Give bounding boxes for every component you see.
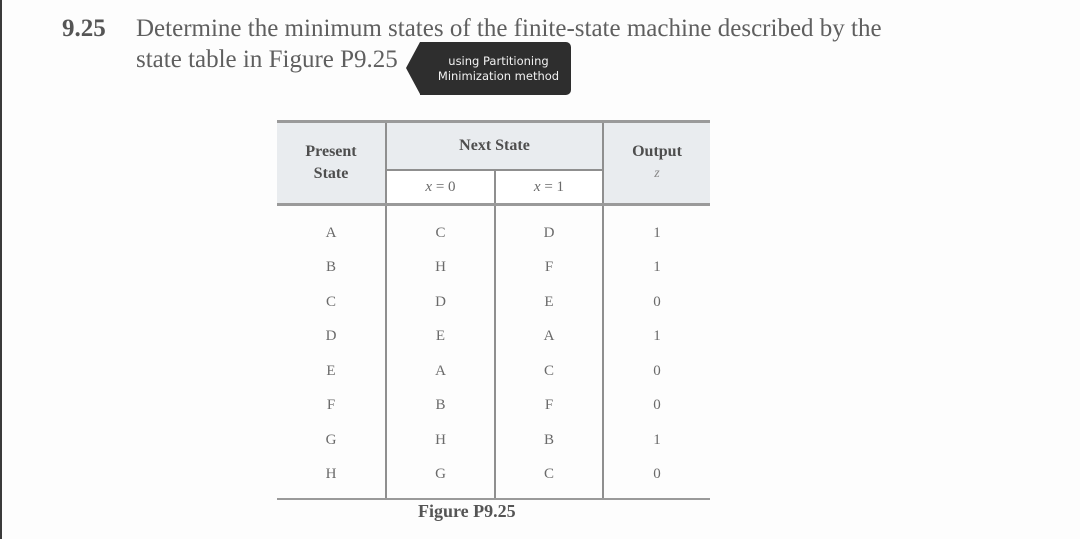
cell-present-state: F — [326, 397, 336, 414]
problem-text-line-1: Determine the minimum states of the fini… — [136, 15, 882, 42]
cell-next-x0: E — [385, 319, 495, 354]
cell-present-state: H — [277, 457, 386, 500]
cell-next-x1: B — [494, 423, 603, 458]
cell-next-x0: G — [385, 457, 495, 500]
header-x-equals-1: x = 1 — [494, 170, 603, 205]
state-table: Present State Next State Output z x = 0 … — [277, 120, 710, 500]
cell-present-state: D — [325, 328, 337, 345]
cell-present-state: A — [277, 203, 386, 251]
table-row: B H F 1 — [277, 250, 710, 285]
problem-line-1: 9.25 Determine the minimum states of the … — [62, 13, 882, 44]
x-variable: x — [533, 178, 541, 195]
cell-next-x1: F — [494, 250, 603, 285]
table-row: G H B 1 — [277, 423, 710, 458]
cell-output: 1 — [602, 250, 710, 285]
cell-output: 0 — [602, 457, 710, 500]
left-border — [0, 0, 2, 539]
cell-next-x0: H — [385, 250, 495, 285]
cell-next-x1: F — [494, 388, 603, 423]
table-row: C D E 0 — [277, 285, 710, 320]
cell-next-x1: A — [494, 319, 603, 354]
cell-output: 0 — [602, 388, 710, 423]
header-next-state: Next State — [385, 120, 603, 171]
cell-next-x0: A — [385, 354, 495, 389]
cell-present-state: B — [325, 259, 336, 276]
x-value: = 0 — [432, 178, 456, 195]
cell-output: 0 — [602, 285, 710, 320]
cell-next-x0: H — [385, 423, 495, 458]
cell-next-x1: E — [494, 285, 603, 320]
cell-next-x0: D — [385, 285, 495, 320]
cell-output: 1 — [602, 203, 710, 251]
header-present-state: Present State — [277, 120, 386, 205]
cell-output: 0 — [602, 354, 710, 389]
cell-present-state: G — [325, 431, 337, 448]
header-output-variable: z — [654, 166, 660, 181]
cell-next-x1: D — [494, 203, 603, 251]
table-row: A C D 1 — [277, 203, 710, 251]
header-present-label: Present — [305, 143, 357, 160]
cell-next-x0: C — [385, 203, 495, 251]
problem-number: 9.25 — [62, 15, 106, 42]
cell-output: 1 — [602, 319, 710, 354]
table-row: F B F 0 — [277, 388, 710, 423]
figure-caption: Figure P9.25 — [418, 501, 516, 521]
cell-present-state: E — [326, 362, 336, 379]
header-output-label: Output — [632, 143, 682, 160]
x-value: = 1 — [540, 178, 565, 195]
table-row: E A C 0 — [277, 354, 710, 389]
tooltip-line-2: Minimization method — [437, 68, 560, 83]
cell-next-x0: B — [385, 388, 495, 423]
cell-next-x1: C — [494, 354, 603, 389]
header-state-label: State — [313, 165, 349, 182]
table-row: D E A 1 — [277, 319, 710, 354]
table-row: H G C 0 — [277, 457, 710, 500]
cell-present-state: C — [325, 293, 336, 310]
header-output: Output z — [602, 120, 710, 205]
tooltip-line-1: using Partitioning — [448, 53, 549, 68]
header-x-equals-0: x = 0 — [385, 170, 495, 205]
cell-next-x1: C — [494, 457, 603, 500]
cell-output: 1 — [602, 423, 710, 458]
annotation-tooltip: using Partitioning Minimization method — [406, 42, 571, 95]
